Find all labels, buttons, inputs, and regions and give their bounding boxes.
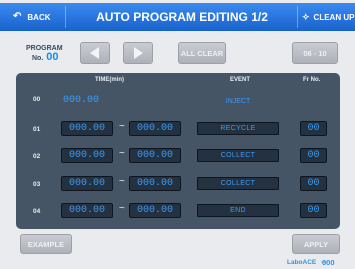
range-separator: ~	[119, 203, 125, 214]
event-field[interactable]: INJECT	[197, 96, 279, 106]
right-arrow-icon	[134, 47, 143, 59]
page-title: AUTO PROGRAM EDITING 1/2	[96, 10, 268, 24]
range-separator: ~	[119, 176, 125, 187]
fr-column-header: Fr No.	[303, 77, 321, 83]
time-start-field[interactable]: 000.00	[61, 121, 113, 136]
fraction-number-field[interactable]: 00	[300, 148, 327, 163]
time-end-field[interactable]: 000.00	[129, 148, 181, 163]
time-start-field[interactable]: 000.00	[61, 148, 113, 163]
step-number: 03	[33, 181, 41, 188]
sparkle-icon: ✧	[302, 11, 310, 22]
clean-up-label: CLEAN UP	[313, 12, 355, 22]
program-no-label: No.	[32, 55, 44, 62]
range-separator: ~	[119, 121, 125, 132]
back-arrow-icon: ↶	[13, 11, 22, 22]
time-end-field[interactable]: 000.00	[129, 121, 181, 136]
brand-number: 000	[322, 258, 335, 267]
apply-button[interactable]: APPLY	[292, 234, 340, 254]
time-start-field[interactable]: 000.00	[61, 203, 113, 218]
event-field[interactable]: COLLECT	[197, 149, 279, 162]
fraction-number-field[interactable]: 00	[300, 176, 327, 191]
prev-program-button[interactable]	[80, 42, 110, 64]
step-number: 00	[33, 96, 41, 103]
range-button[interactable]: 06 - 10	[292, 42, 338, 64]
next-program-button[interactable]	[123, 42, 153, 64]
fraction-number-field[interactable]: 00	[300, 121, 327, 136]
back-label: BACK	[27, 12, 51, 22]
event-field[interactable]: END	[197, 204, 279, 217]
event-column-header: EVENT	[230, 77, 251, 83]
range-separator: ~	[119, 148, 125, 159]
brand-name: LaboACE	[287, 259, 317, 266]
time-end-field[interactable]: 000.00	[129, 176, 181, 191]
time-column-header: TIME(min)	[95, 77, 124, 83]
time-start-field[interactable]: 000.00	[63, 94, 115, 107]
fraction-number-field[interactable]: 00	[300, 203, 327, 218]
program-number-value: 00	[46, 51, 59, 63]
step-number: 02	[33, 153, 41, 160]
step-number: 01	[33, 126, 41, 133]
time-end-field[interactable]: 000.00	[129, 203, 181, 218]
event-field[interactable]: COLLECT	[197, 177, 279, 190]
example-button[interactable]: EXAMPLE	[20, 234, 72, 254]
time-start-field[interactable]: 000.00	[61, 176, 113, 191]
event-field[interactable]: RECYCLE	[197, 122, 279, 135]
left-arrow-icon	[90, 47, 99, 59]
all-clear-button[interactable]: ALL CLEAR	[178, 42, 226, 64]
program-number: PROGRAM No. 00	[26, 44, 70, 63]
back-button[interactable]: ↶ BACK	[6, 6, 66, 28]
clean-up-button[interactable]: ✧ CLEAN UP	[297, 6, 355, 28]
step-number: 04	[33, 208, 41, 215]
